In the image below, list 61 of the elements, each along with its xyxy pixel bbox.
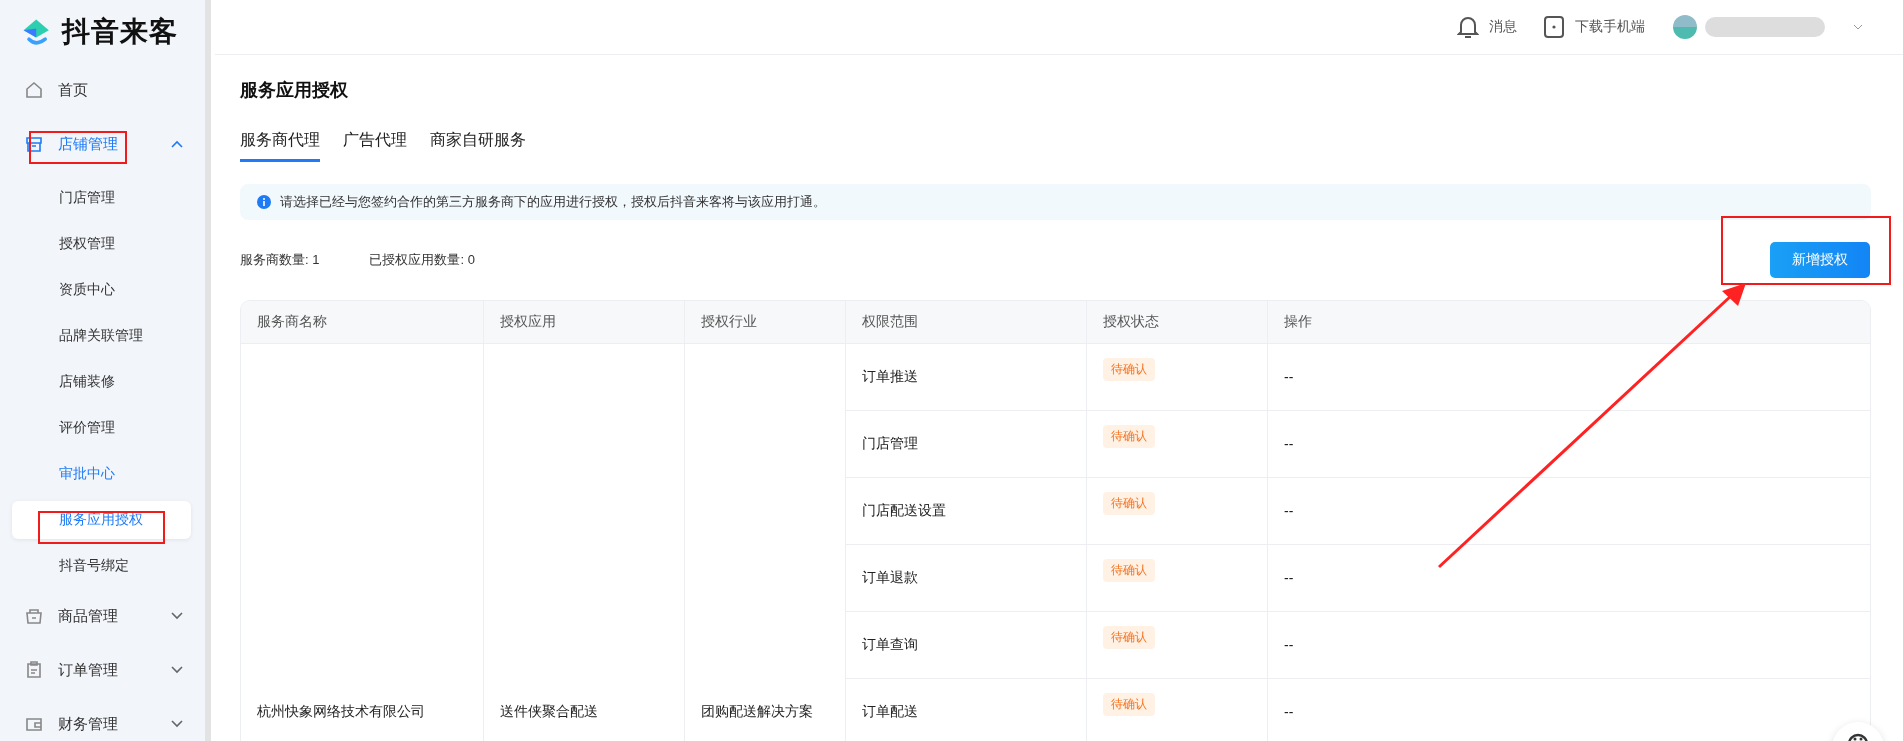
- info-text: 请选择已经与您签约合作的第三方服务商下的应用进行授权，授权后抖音来客将与该应用打通。: [280, 193, 826, 211]
- table-cell: 团购配送解决方案: [684, 343, 846, 741]
- table-cell: 订单推送: [845, 343, 1087, 411]
- table-cell: 订单查询: [845, 611, 1087, 679]
- table-cell: --: [1267, 343, 1870, 411]
- sidebar-item[interactable]: 订单管理: [0, 643, 205, 697]
- sidebar-subitem[interactable]: 服务应用授权: [12, 501, 191, 539]
- table-cell: 杭州快象网络技术有限公司: [241, 343, 484, 741]
- clipboard-icon: [24, 660, 44, 680]
- basket-icon: [24, 606, 44, 626]
- user-menu[interactable]: [1673, 15, 1863, 39]
- store-icon: [24, 134, 44, 154]
- messages-link[interactable]: 消息: [1457, 15, 1517, 39]
- table-cell: 门店管理: [845, 410, 1087, 478]
- sidebar-item[interactable]: 首页: [0, 63, 205, 117]
- avatar: [1673, 15, 1697, 39]
- sidebar-subitem[interactable]: 资质中心: [12, 271, 191, 309]
- table-cell: 门店配送设置: [845, 477, 1087, 545]
- tab[interactable]: 服务商代理: [240, 130, 320, 162]
- sidebar-subitem[interactable]: 评价管理: [12, 409, 191, 447]
- column-header: 服务商名称: [241, 301, 484, 344]
- table-cell: --: [1267, 410, 1870, 478]
- table-cell: --: [1267, 611, 1870, 679]
- tab[interactable]: 商家自研服务: [430, 130, 526, 162]
- count-text: 已授权应用数量: 0: [369, 251, 475, 269]
- brand-name: 抖音来客: [62, 14, 178, 49]
- status-tag: 待确认: [1103, 558, 1155, 582]
- column-header: 授权行业: [684, 301, 846, 344]
- column-header: 授权应用: [483, 301, 685, 344]
- column-header: 权限范围: [845, 301, 1087, 344]
- sidebar-subitem[interactable]: 审批中心: [12, 455, 191, 493]
- status-tag: 待确认: [1103, 424, 1155, 448]
- chevron-down-icon: [1853, 24, 1863, 30]
- sidebar-subitem[interactable]: 门店管理: [12, 179, 191, 217]
- status-tag: 待确认: [1103, 625, 1155, 649]
- tab[interactable]: 广告代理: [343, 130, 407, 162]
- status-tag: 待确认: [1103, 357, 1155, 381]
- sidebar-subitem[interactable]: 抖音号绑定: [12, 547, 191, 585]
- sidebar-item[interactable]: 店铺管理: [0, 117, 205, 171]
- status-tag: 待确认: [1103, 692, 1155, 716]
- tablet-icon: [1543, 15, 1565, 39]
- table-cell: 送件侠聚合配送: [483, 343, 685, 741]
- status-tag: 待确认: [1103, 491, 1155, 515]
- table-cell: 订单退款: [845, 544, 1087, 612]
- sidebar-item[interactable]: 商品管理: [0, 589, 205, 643]
- sidebar-subitem[interactable]: 授权管理: [12, 225, 191, 263]
- table-cell: 订单配送: [845, 678, 1087, 741]
- count-text: 服务商数量: 1: [240, 251, 320, 269]
- column-header: 操作: [1267, 301, 1870, 344]
- download-app-link[interactable]: 下载手机端: [1543, 15, 1645, 39]
- bell-icon: [1457, 15, 1479, 39]
- table-cell: --: [1267, 477, 1870, 545]
- table-cell: --: [1267, 544, 1870, 612]
- column-header: 授权状态: [1086, 301, 1268, 344]
- home-icon: [24, 80, 44, 100]
- scrollbar[interactable]: [205, 0, 211, 741]
- sidebar-subitem[interactable]: 品牌关联管理: [12, 317, 191, 355]
- page-title: 服务应用授权: [240, 79, 349, 102]
- sidebar-subitem[interactable]: 店铺装修: [12, 363, 191, 401]
- sidebar-item[interactable]: 财务管理: [0, 697, 205, 741]
- info-icon: [257, 195, 271, 209]
